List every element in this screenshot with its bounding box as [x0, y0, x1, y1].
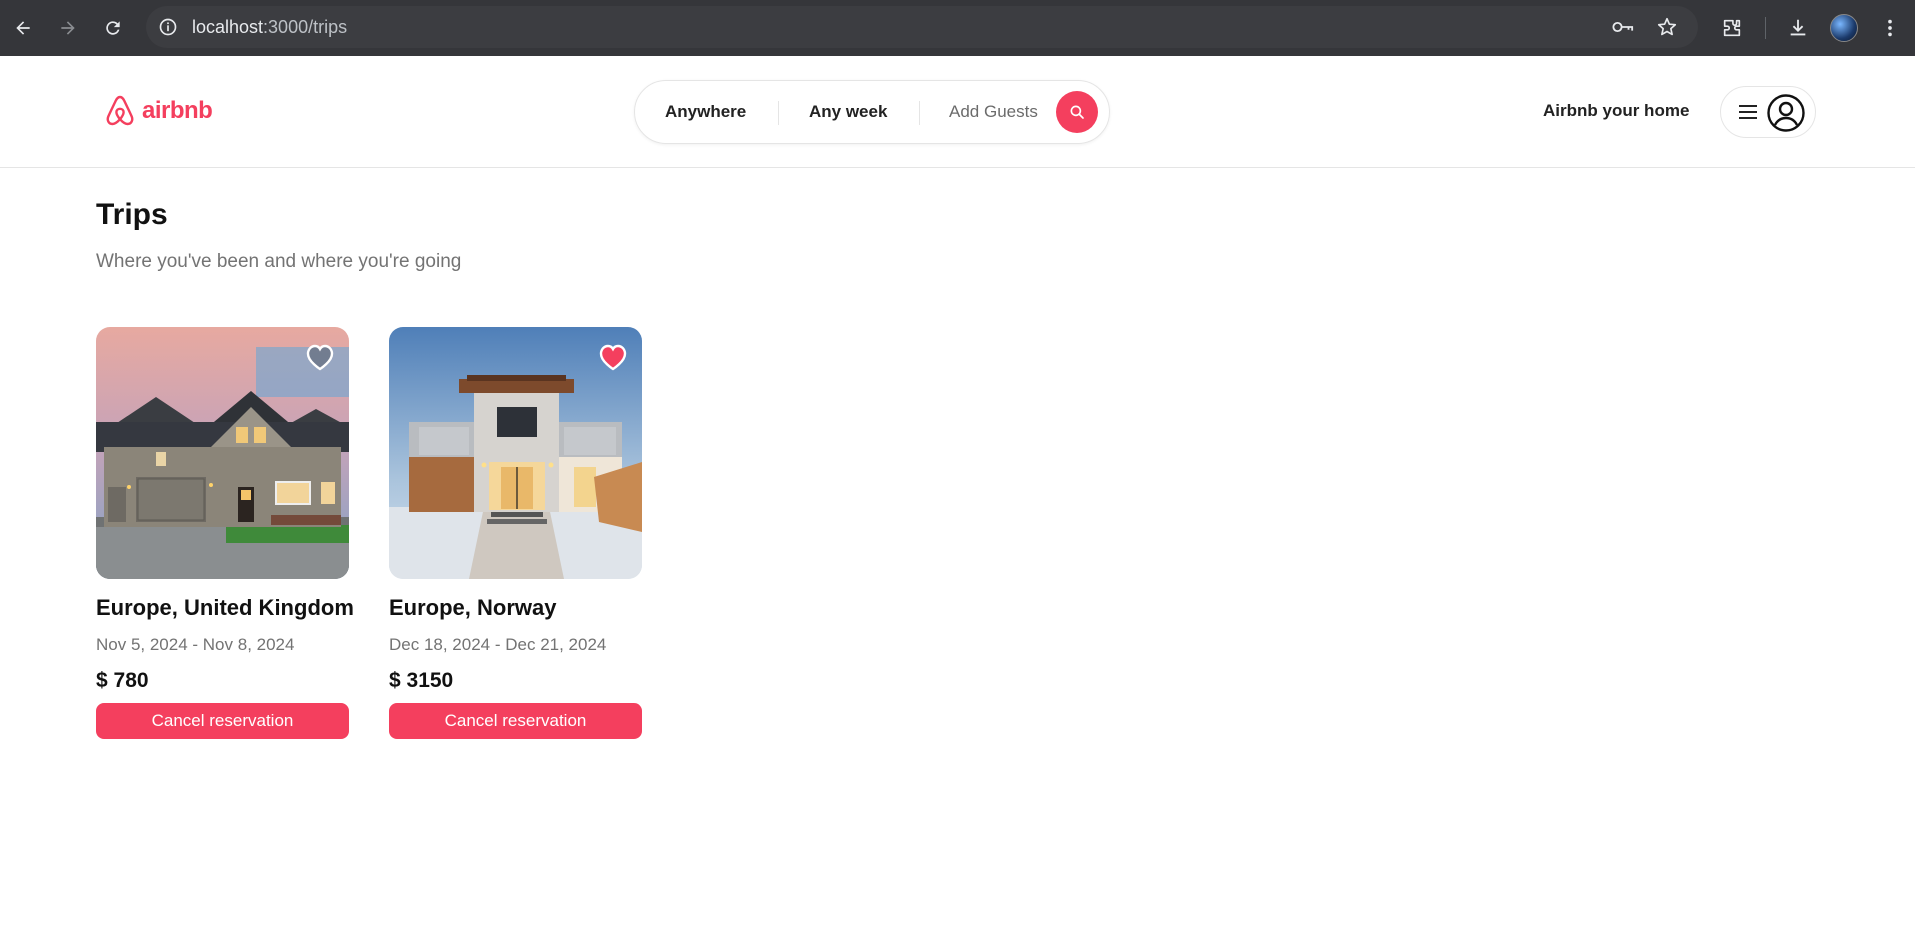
- profile-avatar-icon[interactable]: [1830, 14, 1858, 42]
- trip-dates: Dec 18, 2024 - Dec 21, 2024: [389, 635, 607, 654]
- url-text: localhost:3000/trips: [192, 17, 348, 37]
- trip-price: $ 3150: [389, 669, 454, 692]
- user-avatar-icon: [1767, 94, 1805, 132]
- back-icon[interactable]: [9, 14, 37, 42]
- search-bar[interactable]: Anywhere Any week Add Guests: [634, 80, 1110, 144]
- cancel-reservation-button[interactable]: Cancel reservation: [96, 703, 349, 739]
- trip-dates: Nov 5, 2024 - Nov 8, 2024: [96, 635, 295, 654]
- search-when[interactable]: Any week: [809, 102, 887, 122]
- cancel-reservation-button[interactable]: Cancel reservation: [389, 703, 642, 739]
- trip-location: Europe, Norway: [389, 595, 557, 620]
- listing-photo[interactable]: [96, 327, 349, 579]
- trip-card[interactable]: Europe, Norway Dec 18, 2024 - Dec 21, 20…: [389, 327, 642, 739]
- airbnb-logo-icon: [106, 95, 134, 126]
- forward-icon[interactable]: [54, 14, 82, 42]
- logo[interactable]: airbnb: [104, 94, 213, 128]
- search-icon: [1070, 105, 1084, 119]
- search-divider: [919, 101, 920, 125]
- search-divider: [778, 101, 779, 125]
- extensions-icon[interactable]: [1718, 14, 1746, 42]
- page-title: Trips: [96, 198, 168, 231]
- password-key-icon[interactable]: [1612, 17, 1634, 37]
- search-where[interactable]: Anywhere: [665, 102, 746, 122]
- trip-price: $ 780: [96, 669, 149, 692]
- trip-location: Europe, United Kingdom: [96, 595, 354, 620]
- site-header: airbnb Anywhere Any week Add Guests Airb…: [0, 56, 1915, 168]
- toolbar-divider: [1765, 17, 1766, 39]
- host-link[interactable]: Airbnb your home: [1543, 101, 1689, 121]
- browser-toolbar: localhost:3000/trips: [0, 0, 1915, 56]
- page-subtitle: Where you've been and where you're going: [96, 251, 462, 272]
- search-guests[interactable]: Add Guests: [949, 102, 1038, 122]
- brand-name: airbnb: [142, 97, 213, 124]
- browser-menu-icon[interactable]: [1876, 14, 1904, 42]
- hamburger-icon: [1739, 105, 1757, 119]
- favorite-heart-icon[interactable]: [305, 343, 335, 371]
- site-info-icon[interactable]: [158, 17, 178, 37]
- reload-icon[interactable]: [99, 14, 127, 42]
- search-button[interactable]: [1056, 91, 1098, 133]
- user-menu-button[interactable]: [1720, 86, 1816, 138]
- trip-card[interactable]: Europe, United Kingdom Nov 5, 2024 - Nov…: [96, 327, 354, 739]
- bookmark-star-icon[interactable]: [1656, 16, 1678, 38]
- favorite-heart-icon[interactable]: [598, 343, 628, 371]
- listing-photo[interactable]: [389, 327, 642, 579]
- address-bar[interactable]: localhost:3000/trips: [146, 6, 1698, 48]
- downloads-icon[interactable]: [1784, 14, 1812, 42]
